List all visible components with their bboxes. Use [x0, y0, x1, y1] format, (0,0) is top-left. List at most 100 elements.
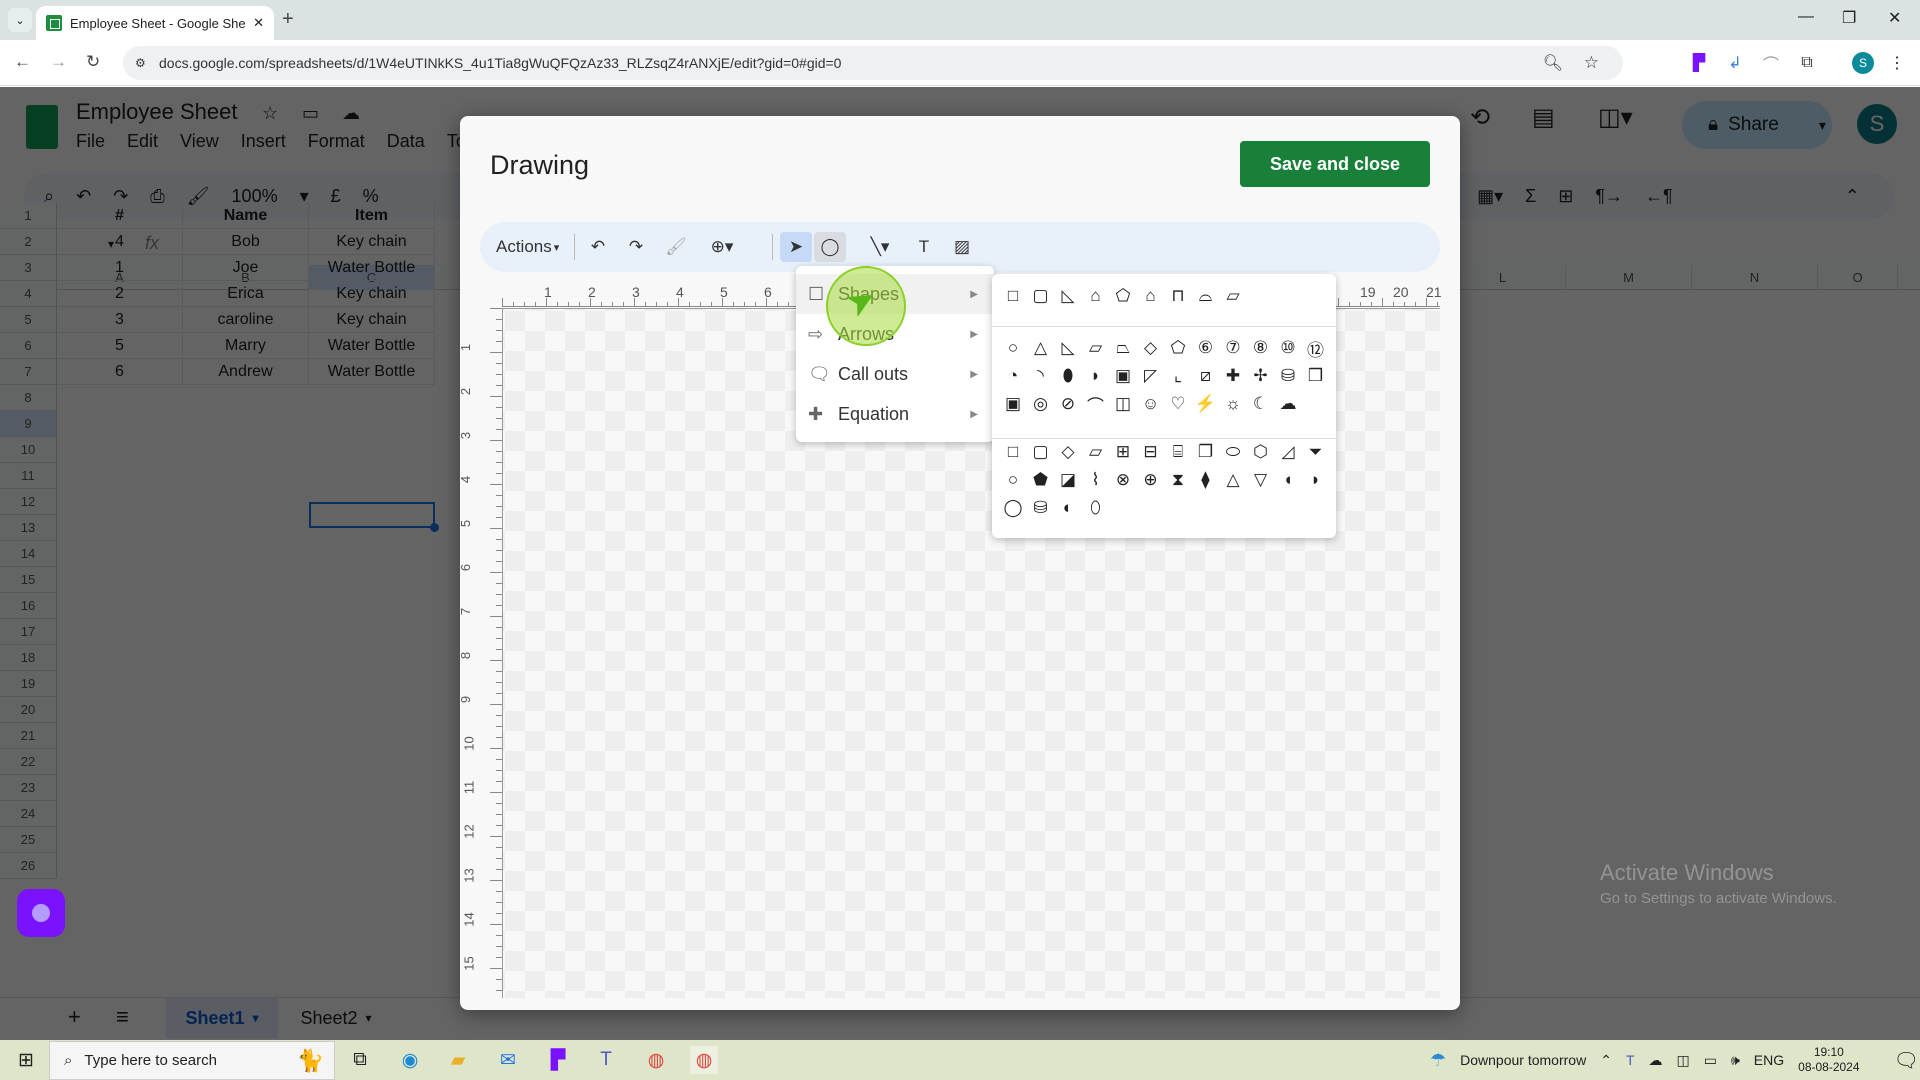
basic-shape-icon[interactable]: ♡: [1167, 394, 1189, 414]
extensions-puzzle-icon[interactable]: ⧉: [1796, 52, 1818, 74]
basic-shape-icon[interactable]: ⑩: [1277, 338, 1299, 358]
basic-shape-icon[interactable]: ☺: [1140, 394, 1162, 414]
profile-avatar[interactable]: S: [1852, 52, 1874, 74]
flowchart-shape-icon[interactable]: ▢: [1030, 442, 1052, 462]
basic-shape-icon[interactable]: △: [1030, 338, 1052, 358]
basic-shape-icon[interactable]: ◸: [1140, 366, 1162, 386]
basic-shape-icon[interactable]: ◝: [1030, 366, 1052, 386]
image-icon[interactable]: ▨: [948, 232, 976, 262]
new-tab-button[interactable]: +: [282, 8, 294, 31]
browser-tab[interactable]: Employee Sheet - Google Sheets ✕: [36, 6, 274, 40]
recorder-extension-icon[interactable]: [17, 889, 65, 937]
flowchart-shape-icon[interactable]: △: [1222, 470, 1244, 490]
basic-shape-icon[interactable]: ⑧: [1250, 338, 1272, 358]
flowchart-shape-icon[interactable]: ▱: [1085, 442, 1107, 462]
undo-icon[interactable]: ↶: [584, 232, 612, 262]
zoom-icon[interactable]: 🔍︎: [1543, 53, 1563, 73]
teams-tray-icon[interactable]: T: [1626, 1052, 1635, 1068]
flowchart-shape-icon[interactable]: ▽: [1250, 470, 1272, 490]
shape-tool-icon[interactable]: ◯: [814, 232, 846, 262]
camera-icon[interactable]: ◫: [1677, 1052, 1690, 1069]
language-indicator[interactable]: ENG: [1754, 1052, 1784, 1068]
basic-shape-icon[interactable]: ⌞: [1167, 366, 1189, 386]
address-bar[interactable]: ⚙ docs.google.com/spreadsheets/d/1W4eUTI…: [123, 46, 1623, 80]
close-tab-icon[interactable]: ✕: [253, 15, 264, 31]
restore-button[interactable]: ❐: [1842, 8, 1856, 28]
basic-shape-icon[interactable]: ◫: [1112, 394, 1134, 414]
flowchart-shape-icon[interactable]: ⧗: [1167, 470, 1189, 490]
rectangle-shape-icon[interactable]: ▢: [1030, 286, 1052, 306]
zoom-menu-icon[interactable]: ⊕▾: [700, 232, 744, 262]
flowchart-shape-icon[interactable]: ⬯: [1085, 498, 1107, 518]
flowchart-shape-icon[interactable]: ⊗: [1112, 470, 1134, 490]
browser-menu-icon[interactable]: ⋮: [1886, 52, 1908, 74]
tab-search-button[interactable]: ⌄: [8, 8, 32, 32]
flowchart-shape-icon[interactable]: ⌇: [1085, 470, 1107, 490]
flowchart-shape-icon[interactable]: ◪: [1057, 470, 1079, 490]
onedrive-icon[interactable]: ☁: [1649, 1052, 1663, 1069]
basic-shape-icon[interactable]: ⧄: [1195, 366, 1217, 386]
basic-shape-icon[interactable]: ◺: [1057, 338, 1079, 358]
flowchart-shape-icon[interactable]: ⧫: [1195, 470, 1217, 490]
back-button[interactable]: ←: [14, 52, 31, 72]
basic-shape-icon[interactable]: ▱: [1085, 338, 1107, 358]
extension-purple-icon[interactable]: ▛: [1688, 52, 1710, 74]
volume-icon[interactable]: 🕪︎: [1731, 1052, 1740, 1069]
purple-app-icon[interactable]: ▛: [544, 1046, 572, 1074]
flowchart-shape-icon[interactable]: □: [1002, 442, 1024, 462]
notifications-icon[interactable]: 🗨︎: [1894, 1048, 1919, 1073]
text-box-icon[interactable]: T: [910, 232, 938, 262]
rectangle-shape-icon[interactable]: ⬠: [1112, 286, 1134, 306]
flowchart-shape-icon[interactable]: ◇: [1057, 442, 1079, 462]
flowchart-shape-icon[interactable]: ◐: [1057, 498, 1079, 518]
flowchart-shape-icon[interactable]: ❐: [1195, 442, 1217, 462]
redo-icon[interactable]: ↷: [622, 232, 650, 262]
basic-shape-icon[interactable]: ◇: [1140, 338, 1162, 358]
bookmark-star-icon[interactable]: ☆: [1584, 53, 1599, 73]
flowchart-shape-icon[interactable]: ◿: [1277, 442, 1299, 462]
actions-menu[interactable]: Actions ▾: [496, 232, 559, 262]
minimize-button[interactable]: —: [1798, 8, 1814, 26]
weather-icon[interactable]: ☂: [1430, 1050, 1446, 1071]
extension-blue-icon[interactable]: ↲: [1724, 52, 1746, 74]
network-icon[interactable]: ▭: [1704, 1052, 1717, 1069]
weather-text[interactable]: Downpour tomorrow: [1460, 1052, 1586, 1068]
forward-button[interactable]: →: [50, 52, 67, 72]
rectangle-shape-icon[interactable]: ◺: [1057, 286, 1079, 306]
flowchart-shape-icon[interactable]: ⊟: [1140, 442, 1162, 462]
reload-button[interactable]: ↻: [86, 52, 100, 72]
flowchart-shape-icon[interactable]: ◯: [1002, 498, 1024, 518]
basic-shape-icon[interactable]: ❒: [1305, 366, 1327, 386]
basic-shape-icon[interactable]: ▣: [1112, 366, 1134, 386]
basic-shape-icon[interactable]: ⌒: [1085, 394, 1107, 416]
site-info-icon[interactable]: ⚙: [135, 56, 146, 70]
mail-icon[interactable]: ✉: [494, 1046, 522, 1074]
rectangle-shape-icon[interactable]: □: [1002, 286, 1024, 306]
basic-shape-icon[interactable]: ⚡: [1195, 394, 1217, 414]
basic-shape-icon[interactable]: ☾: [1250, 394, 1272, 414]
basic-shape-icon[interactable]: ⑫: [1305, 338, 1327, 360]
flowchart-shape-icon[interactable]: ◗: [1305, 470, 1327, 490]
basic-shape-icon[interactable]: ◔: [1002, 366, 1024, 386]
extension-gray-icon[interactable]: ⌒: [1760, 52, 1782, 74]
basic-shape-icon[interactable]: ☼: [1222, 394, 1244, 414]
basic-shape-icon[interactable]: ⑥: [1195, 338, 1217, 358]
save-and-close-button[interactable]: Save and close: [1240, 141, 1430, 187]
task-view-icon[interactable]: ⧉: [346, 1046, 374, 1074]
flowchart-shape-icon[interactable]: ⏷: [1305, 442, 1327, 462]
paint-format-icon[interactable]: 🖌︎: [662, 232, 690, 262]
select-cursor-icon[interactable]: ➤: [780, 232, 812, 262]
rectangle-shape-icon[interactable]: ⌓: [1195, 286, 1217, 306]
flowchart-shape-icon[interactable]: ⛁: [1030, 498, 1052, 518]
chrome-profile-a-icon[interactable]: ◍: [642, 1046, 670, 1074]
flowchart-shape-icon[interactable]: ⌸: [1167, 442, 1189, 462]
rectangle-shape-icon[interactable]: ⊓: [1167, 286, 1189, 306]
chrome-profile-s-icon[interactable]: ◍: [690, 1046, 718, 1074]
taskbar-search[interactable]: ⌕ Type here to search 🐈: [49, 1041, 335, 1080]
basic-shape-icon[interactable]: ⏢: [1112, 338, 1134, 358]
basic-shape-icon[interactable]: ⬠: [1167, 338, 1189, 358]
line-tool-icon[interactable]: ╲▾: [858, 232, 902, 262]
flowchart-shape-icon[interactable]: ⊕: [1140, 470, 1162, 490]
flowchart-shape-icon[interactable]: ⬭: [1222, 442, 1244, 462]
show-hidden-icon[interactable]: ⌃: [1600, 1052, 1612, 1069]
